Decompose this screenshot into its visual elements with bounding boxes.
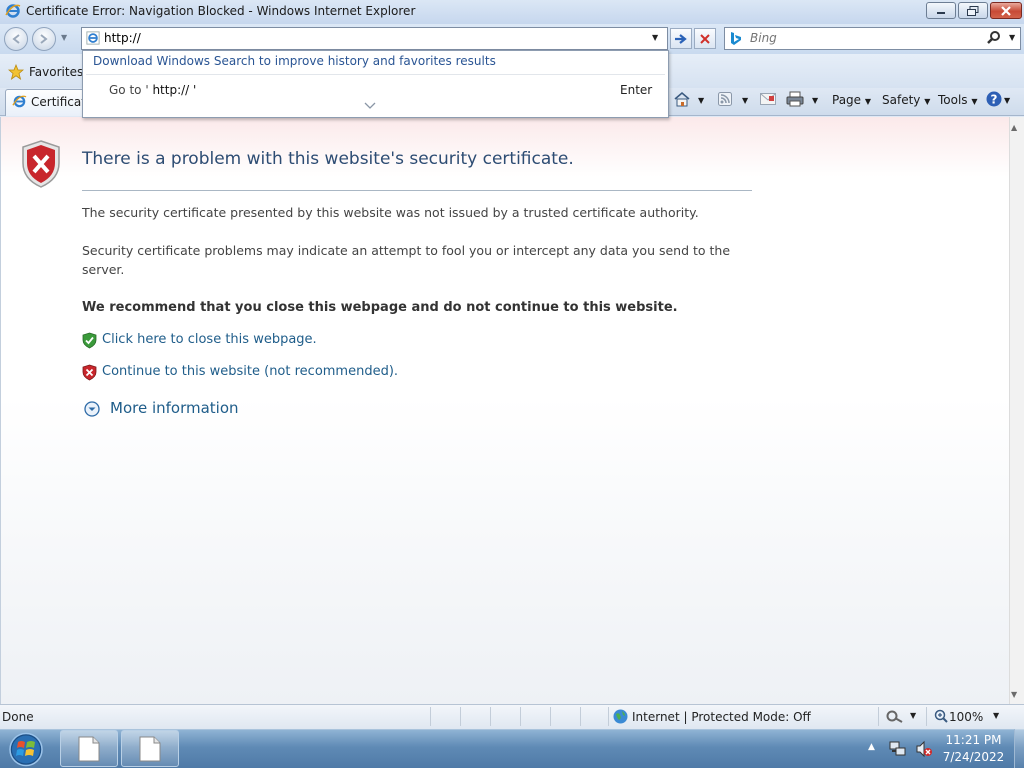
clock-time[interactable]: 11:21 PM xyxy=(936,733,1011,747)
internet-zone-globe-icon xyxy=(613,709,628,724)
home-dropdown-icon[interactable]: ▼ xyxy=(698,96,704,105)
document-icon xyxy=(78,736,100,761)
home-icon[interactable] xyxy=(673,91,691,107)
goto-suggestion[interactable]: Go to ' http:// ' xyxy=(109,83,196,97)
expand-more-info-icon[interactable] xyxy=(84,401,100,417)
restore-icon xyxy=(967,5,979,16)
minimize-button[interactable] xyxy=(926,2,956,19)
go-button[interactable] xyxy=(670,28,692,49)
safety-menu-label: Safety xyxy=(882,93,921,107)
status-text: Done xyxy=(2,710,34,724)
safety-menu[interactable]: Safety ▼ xyxy=(882,93,930,107)
search-icon[interactable] xyxy=(986,30,1002,46)
favorites-star-icon[interactable] xyxy=(8,64,24,80)
untrusted-authority-text: The security certificate presented by th… xyxy=(82,205,699,220)
more-information-link[interactable]: More information xyxy=(110,399,239,417)
page-menu-label: Page xyxy=(832,93,862,107)
red-shield-icon xyxy=(82,364,97,381)
zoom-icon[interactable] xyxy=(934,709,948,723)
feeds-dropdown-icon[interactable]: ▼ xyxy=(742,96,748,105)
feeds-icon[interactable] xyxy=(718,92,732,106)
svg-text:?: ? xyxy=(991,93,998,107)
close-icon xyxy=(1001,5,1011,16)
volume-muted-icon[interactable] xyxy=(915,740,933,758)
search-input[interactable] xyxy=(750,29,970,47)
error-shield-icon xyxy=(22,140,60,188)
print-dropdown-icon[interactable]: ▼ xyxy=(812,96,818,105)
ie-logo-icon xyxy=(5,4,21,18)
autocomplete-divider xyxy=(86,74,665,75)
help-dropdown-icon[interactable]: ▼ xyxy=(1004,96,1010,105)
status-divider xyxy=(460,707,461,726)
green-shield-icon xyxy=(82,332,97,349)
enter-hint: Enter xyxy=(620,83,653,97)
restore-button[interactable] xyxy=(958,2,988,19)
expand-suggestions-icon[interactable] xyxy=(364,102,376,110)
scroll-up-icon[interactable]: ▲ xyxy=(1011,123,1017,132)
status-divider xyxy=(608,707,609,726)
show-hidden-icons-button[interactable]: ▲ xyxy=(868,742,875,752)
back-button[interactable] xyxy=(4,27,28,51)
goto-url: http:// ' xyxy=(148,83,197,97)
print-icon[interactable] xyxy=(786,91,804,107)
address-dropdown-icon[interactable]: ▼ xyxy=(652,33,658,42)
address-input[interactable] xyxy=(104,28,644,48)
zoom-level[interactable]: 100% xyxy=(949,710,983,724)
recent-pages-dropdown[interactable]: ▼ xyxy=(61,33,67,42)
status-divider xyxy=(550,707,551,726)
security-zone-text[interactable]: Internet | Protected Mode: Off xyxy=(632,710,811,724)
security-warning-text: Security certificate problems may indica… xyxy=(82,243,731,277)
title-divider xyxy=(82,190,752,191)
stop-button[interactable] xyxy=(694,28,716,49)
stop-icon xyxy=(700,33,710,44)
show-desktop-button[interactable] xyxy=(1014,729,1024,768)
status-divider xyxy=(430,707,431,726)
status-divider xyxy=(926,707,927,726)
windows-start-icon[interactable] xyxy=(6,731,46,768)
window-title: Certificate Error: Navigation Blocked - … xyxy=(26,4,416,18)
taskbar-app-button[interactable] xyxy=(60,730,118,767)
back-arrow-icon xyxy=(12,34,20,44)
favorites-button[interactable]: Favorites xyxy=(29,65,83,79)
error-title: There is a problem with this website's s… xyxy=(82,149,574,169)
tab-label: Certificate Error xyxy=(31,95,83,109)
add-ons-icon[interactable] xyxy=(886,709,904,723)
page-menu[interactable]: Page ▼ xyxy=(832,93,871,107)
goto-prefix: Go to ' xyxy=(109,83,149,97)
status-divider xyxy=(520,707,521,726)
status-divider xyxy=(580,707,581,726)
recommendation-text: We recommend that you close this webpage… xyxy=(82,300,678,315)
status-bar xyxy=(0,704,1024,729)
go-arrow-icon xyxy=(675,33,687,44)
close-webpage-link[interactable]: Click here to close this webpage. xyxy=(102,332,317,347)
read-mail-icon[interactable] xyxy=(760,93,776,105)
minimize-icon xyxy=(937,11,945,14)
tools-menu-label: Tools xyxy=(938,93,968,107)
taskbar-app-button[interactable] xyxy=(121,730,179,767)
windows-search-suggestion-link[interactable]: Download Windows Search to improve histo… xyxy=(93,54,496,68)
scroll-down-icon[interactable]: ▼ xyxy=(1011,690,1017,699)
continue-to-website-link[interactable]: Continue to this website (not recommende… xyxy=(102,364,398,379)
tools-menu[interactable]: Tools ▼ xyxy=(938,93,978,107)
ie-page-icon xyxy=(12,95,27,108)
add-ons-dropdown-icon[interactable]: ▼ xyxy=(910,711,916,720)
document-icon xyxy=(139,736,161,761)
zoom-dropdown-icon[interactable]: ▼ xyxy=(993,711,999,720)
search-dropdown-icon[interactable]: ▼ xyxy=(1009,33,1015,42)
status-divider xyxy=(490,707,491,726)
status-divider xyxy=(878,707,879,726)
forward-arrow-icon xyxy=(40,34,48,44)
close-window-button[interactable] xyxy=(990,2,1022,19)
clock-date[interactable]: 7/24/2022 xyxy=(936,750,1011,764)
forward-button[interactable] xyxy=(32,27,56,51)
network-icon[interactable] xyxy=(889,740,907,758)
bing-icon xyxy=(731,32,741,45)
page-icon xyxy=(86,31,100,45)
vertical-scrollbar[interactable] xyxy=(1009,117,1024,704)
help-icon[interactable]: ? xyxy=(986,91,1002,107)
